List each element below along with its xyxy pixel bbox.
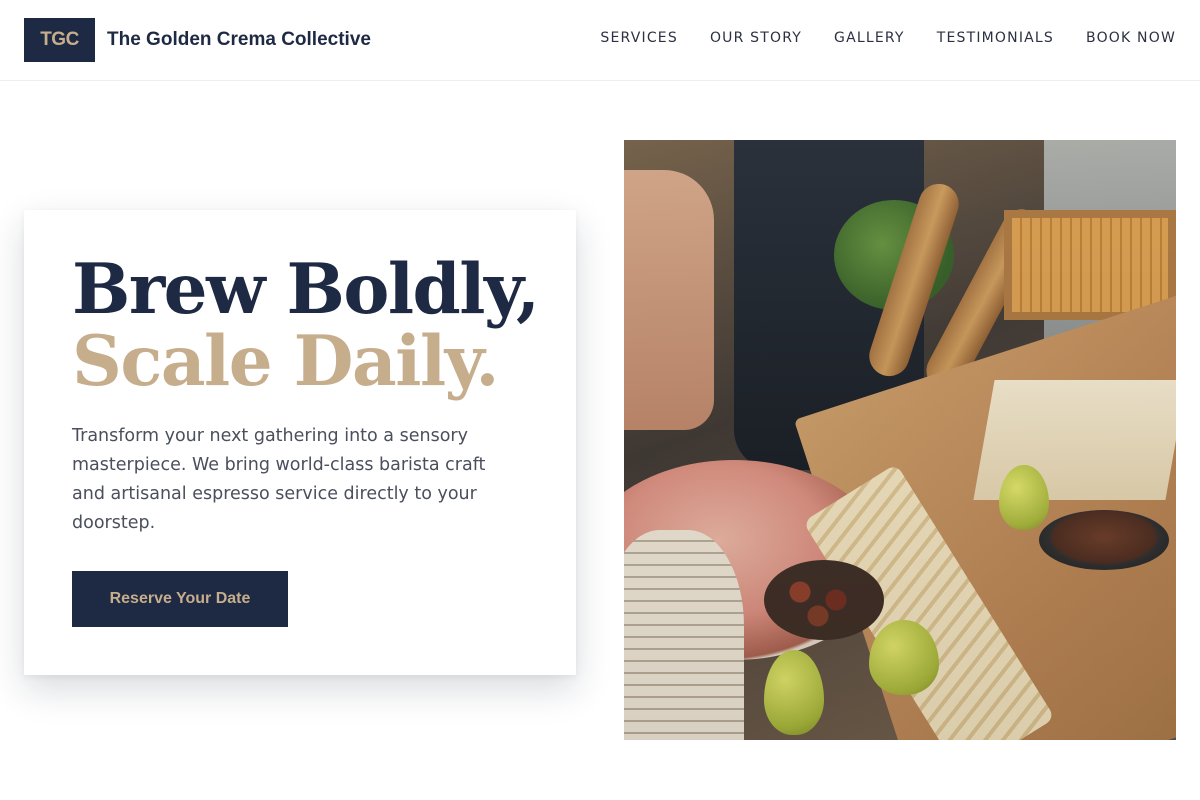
hero-headline: Brew Boldly, Scale Daily. [72,249,540,402]
hero-image [624,140,1176,740]
brand-name[interactable]: The Golden Crema Collective [107,28,371,52]
nav-item-book-now[interactable]: BOOK NOW [1086,28,1176,48]
site-header: TGC The Golden Crema Collective SERVICES… [0,0,1200,81]
nav-item-our-story[interactable]: OUR STORY [710,28,802,48]
nav-item-testimonials[interactable]: TESTIMONIALS [937,28,1054,48]
image-tint [624,140,1176,740]
reserve-date-button[interactable]: Reserve Your Date [72,571,288,627]
logo[interactable]: TGC [24,18,95,62]
headline-line-1: Brew Boldly, [72,249,540,330]
hero-card: Brew Boldly, Scale Daily. Transform your… [24,210,576,675]
logo-text: TGC [40,29,79,50]
hero-description: Transform your next gathering into a sen… [72,426,486,533]
nav-item-services[interactable]: SERVICES [600,28,678,48]
main-nav: SERVICES OUR STORY GALLERY TESTIMONIALS … [600,28,1176,48]
nav-item-gallery[interactable]: GALLERY [834,28,905,48]
headline-line-2: Scale Daily. [72,321,499,402]
